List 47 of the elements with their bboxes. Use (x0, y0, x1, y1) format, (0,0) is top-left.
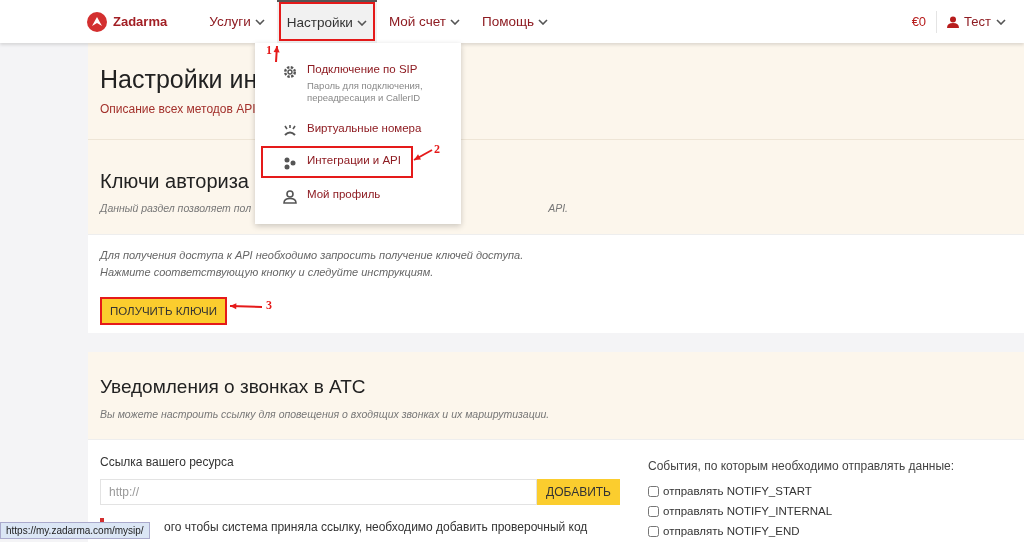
user-menu[interactable]: Тест (947, 14, 1006, 29)
nav-menu-item[interactable]: Помощь (472, 0, 559, 43)
nav-menu-item[interactable]: Настройки (276, 0, 377, 43)
menu-item-title: Виртуальные номера (307, 122, 422, 134)
dropdown-menu-item[interactable]: Интеграции и API (263, 148, 411, 176)
events-label: События, по которым необходимо отправлять данные: (648, 459, 955, 473)
chevron-icon (996, 18, 1006, 25)
annotation-number: 1 (266, 43, 272, 58)
event-checkbox-row[interactable]: отправлять NOTIFY_INTERNAL (648, 501, 955, 521)
checkbox[interactable] (648, 485, 659, 497)
gear-icon (283, 65, 297, 79)
checkbox[interactable] (648, 505, 659, 517)
annotation-number: 3 (266, 298, 272, 313)
get-keys-button[interactable]: ПОЛУЧИТЬ КЛЮЧИ (100, 297, 228, 325)
phone-icon (283, 124, 297, 136)
event-checkbox-row[interactable]: отправлять NOTIFY_START (648, 481, 955, 501)
chevron-icon (356, 19, 367, 26)
field-label: Ссылка вашего ресурса (100, 455, 235, 469)
url-input-field[interactable]: http:// (100, 479, 538, 505)
menu-item-title: Интеграции и API (307, 154, 401, 166)
status-bar-url: https://my.zadarma.com/mysip/ (0, 522, 150, 539)
balance-text[interactable]: €0 (911, 14, 927, 29)
dropdown-menu-item[interactable]: Виртуальные номера (263, 116, 453, 142)
instruction-text: Для получения доступа к API необходимо запросить получение ключей доступа. Нажмите соответствующую кнопку и следуйте инструкциям. (100, 248, 525, 280)
person-icon (947, 15, 960, 28)
checkbox[interactable] (648, 525, 659, 537)
menu-item-description: Пароль для подключения, переадресация и CallerID (307, 80, 424, 104)
chevron-icon (254, 18, 265, 25)
section-description: Вы можете настроить ссылку для оповещения о входящих звонках и их маршрутизации. (100, 408, 551, 420)
nodes-icon (283, 156, 297, 170)
logo-text[interactable]: Zadarma (113, 14, 168, 29)
section-description: API. (548, 202, 568, 214)
section-description: Данный раздел позволяет пол (100, 202, 252, 214)
chevron-icon (450, 18, 460, 25)
person-icon (283, 190, 297, 204)
menu-item-title: Мой профиль (307, 188, 381, 200)
add-button[interactable]: ДОБАВИТЬ (537, 479, 620, 505)
annotation-number: 2 (434, 142, 440, 157)
nav-menu-item[interactable]: Мой счет (378, 0, 470, 43)
event-checkbox-row[interactable]: отправлять NOTIFY_END (648, 521, 955, 541)
dropdown-menu-item[interactable]: Мой профиль (263, 182, 453, 210)
logo-icon (87, 11, 107, 32)
menu-item-title: Подключение по SIP (307, 63, 419, 75)
section-title: Уведомления о звонках в АТС (100, 376, 367, 398)
section-title: Ключи авториза (100, 170, 249, 193)
nav-menu-item[interactable]: Услуги (199, 0, 275, 43)
chevron-icon (538, 18, 549, 25)
